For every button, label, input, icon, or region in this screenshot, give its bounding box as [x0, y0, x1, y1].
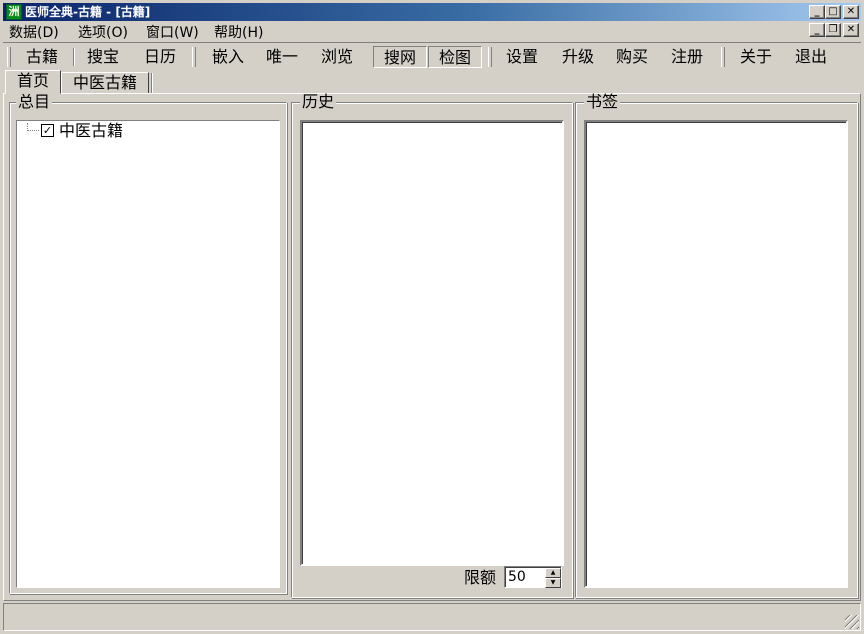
toolbar-web-search-button[interactable]: 搜网 [373, 46, 427, 68]
tree-item-label[interactable]: 中医古籍 [59, 121, 123, 141]
toolbar-grip[interactable] [488, 47, 492, 67]
resize-grip-icon[interactable] [845, 615, 859, 629]
menu-bar: 数据(D) 选项(O) 窗口(W) 帮助(H) _ ❐ ✕ [3, 22, 861, 42]
child-close-button[interactable]: ✕ [843, 23, 859, 37]
menu-window[interactable]: 窗口(W) [146, 24, 199, 42]
minimize-button[interactable]: _ [809, 5, 825, 19]
tab-strip: 首页 中医古籍 [3, 70, 861, 94]
status-bar [3, 602, 861, 631]
toolbar-upgrade-button[interactable]: 升级 [556, 46, 600, 68]
history-list[interactable] [300, 120, 564, 566]
toolbar-grip[interactable] [192, 47, 196, 67]
toolbar-buy-button[interactable]: 购买 [610, 46, 654, 68]
tab-home[interactable]: 首页 [5, 70, 61, 94]
toolbar-embed-button[interactable]: 嵌入 [206, 46, 250, 68]
menu-help[interactable]: 帮助(H) [214, 24, 263, 42]
status-pane [3, 603, 861, 631]
catalog-tree[interactable]: ✓ 中医古籍 [16, 120, 280, 588]
title-bar[interactable]: 洲 医师全典-古籍 - [古籍] _ □ ✕ [3, 3, 861, 21]
close-button[interactable]: ✕ [843, 5, 859, 19]
menu-data[interactable]: 数据(D) [9, 24, 59, 42]
limit-spin-down-button[interactable]: ▼ [545, 578, 561, 588]
child-restore-button[interactable]: ❐ [825, 23, 841, 37]
toolbar-register-button[interactable]: 注册 [665, 46, 709, 68]
tree-connector [27, 130, 39, 131]
tab-tcm-ancient-books[interactable]: 中医古籍 [61, 72, 149, 94]
app-icon[interactable]: 洲 [6, 4, 22, 20]
toolbar-image-search-button[interactable]: 检图 [428, 46, 482, 68]
toolbar-unique-button[interactable]: 唯一 [260, 46, 304, 68]
toolbar-settings-button[interactable]: 设置 [500, 46, 544, 68]
child-minimize-button[interactable]: _ [809, 23, 825, 37]
bookmarks-group-title: 书签 [584, 92, 621, 111]
toolbar: 古籍 搜宝 日历 嵌入 唯一 浏览 搜网 检图 设置 升级 购买 注册 关于 退… [3, 42, 861, 70]
toolbar-search-treasure-button[interactable]: 搜宝 [81, 46, 125, 68]
toolbar-separator [73, 48, 75, 66]
toolbar-grip[interactable] [7, 47, 11, 67]
catalog-group-title: 总目 [16, 92, 53, 111]
toolbar-exit-button[interactable]: 退出 [789, 46, 833, 68]
toolbar-ancient-books-button[interactable]: 古籍 [21, 46, 63, 68]
limit-spin-up-button[interactable]: ▲ [545, 568, 561, 578]
toolbar-browse-button[interactable]: 浏览 [315, 46, 359, 68]
toolbar-calendar-button[interactable]: 日历 [138, 46, 182, 68]
history-limit-label: 限额 [464, 568, 497, 587]
tab-strip-separator [151, 73, 153, 93]
window-title: 医师全典-古籍 - [古籍] [25, 5, 151, 19]
tree-connector [27, 123, 28, 131]
menu-options[interactable]: 选项(O) [78, 24, 128, 42]
toolbar-about-button[interactable]: 关于 [734, 46, 778, 68]
bookmarks-list[interactable] [584, 120, 848, 588]
tree-checkbox-tcm[interactable]: ✓ [41, 124, 54, 137]
home-panel: 总目 ✓ 中医古籍 历史 限额 ▲ ▼ 书签 [3, 93, 861, 601]
history-group-title: 历史 [300, 92, 337, 111]
toolbar-grip[interactable] [721, 47, 725, 67]
maximize-button[interactable]: □ [825, 5, 841, 19]
